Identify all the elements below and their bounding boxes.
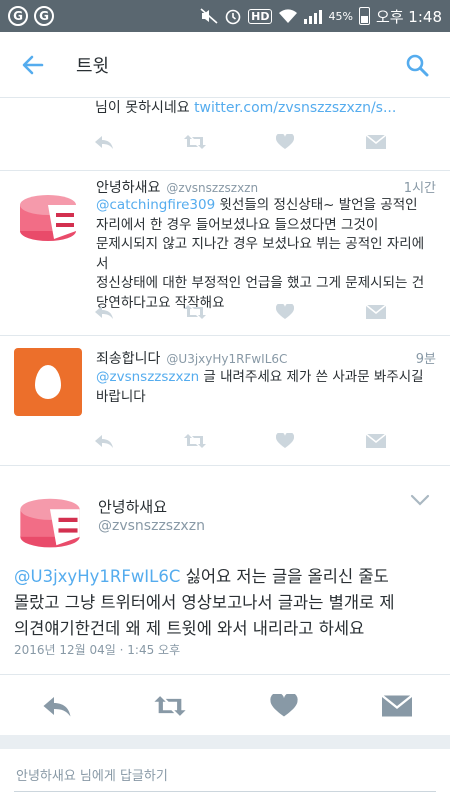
tweet-item[interactable]: 안녕하새요 @zvsnszzszxzn 1시간 @catchingfire309 … [0,171,450,336]
app-bar: 트윗 [0,32,450,98]
tweet-header: 죄송합니다 @U3jxyHy1RFwIL6C [96,348,287,368]
author-name[interactable]: 안녕하새요 [96,180,160,196]
tweet-body-line: 윗선들의 정신상태~ 발언을 공적인 [215,197,418,213]
avatar[interactable] [14,348,82,416]
retweet-icon [154,695,186,716]
page-title: 트윗 [76,55,110,77]
reply-icon [43,696,71,716]
tweet-timestamp: 2016년 12월 04일 · 1:45 오후 [14,643,181,657]
retweet-icon [183,305,206,319]
alarm-icon [225,9,241,25]
egg-avatar-icon [35,365,61,399]
reply-button[interactable] [90,301,118,323]
tweet-body-line: 의견얘기한건데 왜 제 트윗에 와서 내리라고 하세요 [14,619,365,638]
heart-icon [276,433,295,448]
like-button[interactable] [267,692,301,720]
retweet-icon [183,434,206,448]
like-button[interactable] [271,430,299,452]
author-name[interactable]: 안녕하새요 [98,496,167,517]
tweet-body-line: 바랍니다 [96,388,146,405]
tweet-item[interactable]: 죄송합니다 @U3jxyHy1RFwIL6C 9분 @zvsnszzszxzn 글… [0,336,450,465]
retweet-icon [183,135,206,149]
tweet-body: @catchingfire309 윗선들의 정신상태~ 발언을 공적인 자리에서… [96,196,436,313]
reply-button[interactable] [90,430,118,452]
tweet-body-line: 정신상태에 대한 부정적인 언급을 했고 그게 문제시되는 건 [96,275,425,291]
heart-icon [276,134,295,149]
dm-button[interactable] [362,430,390,452]
reply-icon [95,136,113,149]
reply-button[interactable] [90,131,118,153]
heart-icon [276,304,295,319]
cake-avatar-image [14,183,82,251]
back-button[interactable] [0,32,66,98]
tweet-text-prefix: 님이 못하시네요 [95,100,195,116]
tweet-body: @zvsnszzszxzn 글 내려주세요 제가 쓴 사과문 봐주시길 바랍니다 [96,368,436,407]
tweet-time: 1시간 [403,181,436,196]
hd-voice-badge: HD [248,8,273,24]
tweet-actions [0,674,450,736]
status-bar: G G HD 45% 오후 1:48 [0,0,450,32]
arrow-left-icon [22,55,44,74]
author-handle[interactable]: @U3jxyHy1RFwIL6C [166,352,287,366]
envelope-icon [365,134,386,149]
reply-icon [95,435,113,448]
tweet-body-line: 글 내려주세요 제가 쓴 사과문 봐주시길 [199,369,424,385]
envelope-icon [365,433,386,448]
author-handle[interactable]: @zvsnszzszxzn [166,181,258,195]
dm-button[interactable] [380,692,414,720]
tweet-body-line: 몰랐고 그냥 트위터에서 영상보고나서 글과는 별개로 제 [14,593,395,612]
tweet-actions [90,131,390,153]
heart-icon [270,693,298,716]
clock: 오후 1:48 [375,7,442,26]
reply-underline [14,791,436,792]
wifi-icon [279,9,298,23]
author-name[interactable]: 죄송합니다 [96,351,160,367]
tweet-actions [90,301,390,323]
envelope-icon [381,694,412,716]
battery-percent: 45% [328,9,353,23]
mention-link[interactable]: @U3jxyHy1RFwIL6C [14,567,180,586]
reply-composer[interactable]: 안녕하새요 님에게 답글하기 [0,749,450,800]
author-handle[interactable]: @zvsnszzszxzn [98,518,205,534]
cake-avatar-image [14,486,86,558]
tweet-body-line: 자리에서 한 경우 들어보셨나요 들으셨다면 그것이 [96,216,379,233]
tweet-header: 안녕하새요 @zvsnszzszxzn [96,177,258,197]
envelope-icon [365,304,386,319]
tweet-text: 님이 못하시네요 twitter.com/zvsnszzszxzn/s... [95,97,396,117]
status-app-icon: G [34,6,54,26]
search-icon [406,54,429,76]
tweet-body-line: 문제시되지 않고 지나간 경우 보셨나요 뷔는 공적인 자리에서 [96,236,425,272]
like-button[interactable] [271,131,299,153]
dm-button[interactable] [362,131,390,153]
dm-button[interactable] [362,301,390,323]
section-divider [0,735,450,749]
reply-icon [95,306,113,319]
retweet-button[interactable] [181,301,209,323]
like-button[interactable] [271,301,299,323]
chevron-down-icon [410,494,430,506]
avatar[interactable] [14,486,86,558]
avatar[interactable] [14,183,82,251]
tweet-link[interactable]: twitter.com/zvsnszzszxzn/s... [194,100,396,116]
retweet-button[interactable] [181,430,209,452]
battery-icon [358,7,370,25]
tweet-item[interactable]: 님이 못하시네요 twitter.com/zvsnszzszxzn/s... [0,99,450,171]
tweet-body-line: 싫어요 저는 글을 올리신 줄도 [180,567,389,586]
main-tweet: 안녕하새요 @zvsnszzszxzn @U3jxyHy1RFwIL6C 싫어요… [0,465,450,735]
status-app-icon: G [8,6,28,26]
search-button[interactable] [384,32,450,98]
mute-icon [200,8,218,24]
tweet-time: 9분 [415,352,436,367]
reply-placeholder[interactable]: 안녕하새요 님에게 답글하기 [16,765,168,784]
retweet-button[interactable] [181,131,209,153]
mention-link[interactable]: @zvsnszzszxzn [96,369,199,385]
reply-button[interactable] [40,692,74,720]
tweet-body: @U3jxyHy1RFwIL6C 싫어요 저는 글을 올리신 줄도 몰랐고 그냥… [14,564,439,642]
tweet-menu-button[interactable] [408,490,432,510]
mention-link[interactable]: @catchingfire309 [96,197,215,213]
tweet-actions [90,430,390,452]
signal-icon [304,8,323,24]
retweet-button[interactable] [153,692,187,720]
